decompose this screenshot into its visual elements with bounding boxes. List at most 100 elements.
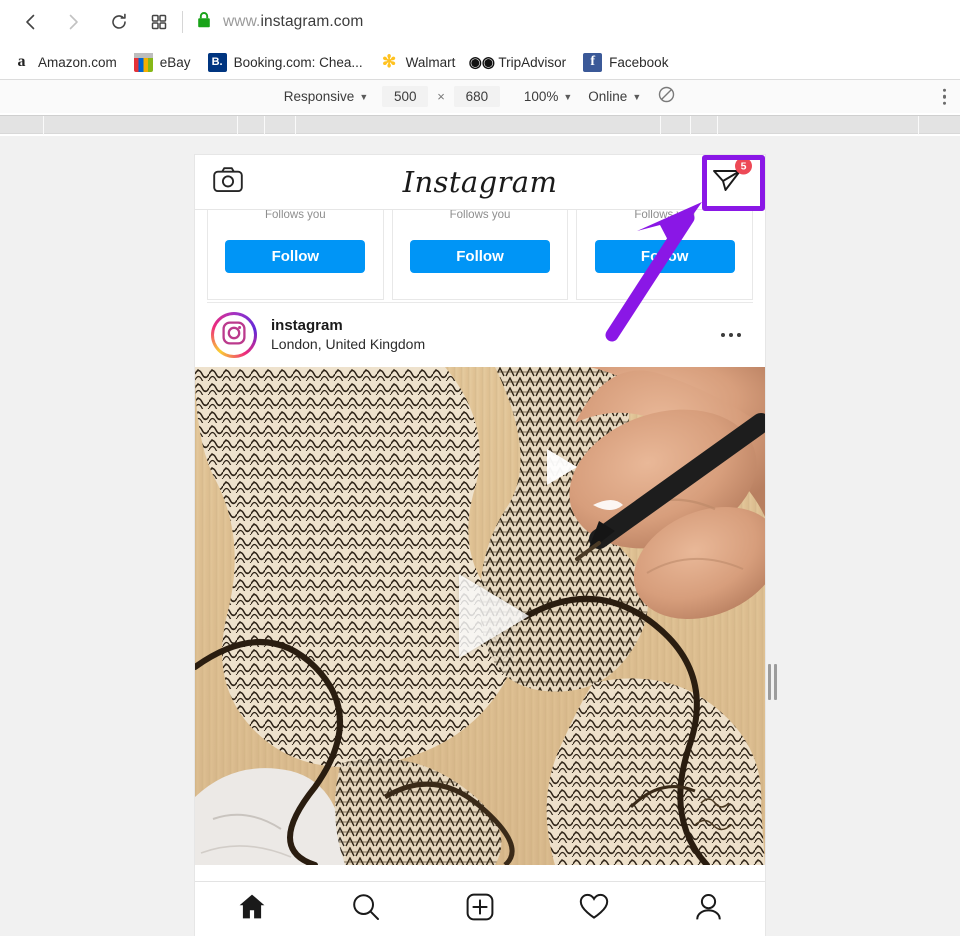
bookmark-label: Booking.com: Chea... xyxy=(233,54,363,70)
ruler-tick xyxy=(690,116,691,135)
emulated-page-area: Instagram 5 Follows you Follow Follows y… xyxy=(0,136,960,936)
post-header: instagram London, United Kingdom xyxy=(195,303,765,367)
ruler-tick xyxy=(295,116,296,135)
nav-home[interactable] xyxy=(225,886,279,932)
follow-button[interactable]: Follow xyxy=(594,240,735,273)
no-throttling-icon xyxy=(657,85,676,109)
viewport-resize-handle[interactable] xyxy=(768,664,777,700)
instagram-avatar-icon xyxy=(221,320,247,351)
nav-search[interactable] xyxy=(339,886,393,932)
viewport-height-input[interactable]: 680 xyxy=(453,86,500,107)
ruler-track xyxy=(0,115,960,135)
home-icon xyxy=(238,893,266,925)
kebab-menu-icon xyxy=(942,88,946,92)
play-triangle-icon[interactable] xyxy=(459,574,529,658)
bookmark-booking[interactable]: B. Booking.com: Chea... xyxy=(207,52,363,72)
apps-button[interactable] xyxy=(142,5,176,39)
device-preset-label: Responsive xyxy=(283,89,355,104)
device-emulation-toolbar: Responsive ▼ 500 × 680 100% ▼ Online ▼ xyxy=(0,80,960,113)
more-options-icon xyxy=(721,333,725,337)
bookmark-tripadvisor[interactable]: ◉◉ TripAdvisor xyxy=(469,52,567,72)
resize-grip-bar xyxy=(774,664,777,700)
bookmark-label: Walmart xyxy=(405,54,456,70)
suggested-user-card[interactable]: Follows you Follow xyxy=(207,210,384,300)
suggested-user-card[interactable]: Follows you Follow xyxy=(391,210,569,300)
instagram-bottom-nav xyxy=(195,881,765,936)
follows-you-label: Follows you xyxy=(634,210,696,221)
amazon-icon: a xyxy=(12,52,31,72)
follow-button[interactable]: Follow xyxy=(410,240,550,273)
forward-button[interactable] xyxy=(56,5,90,39)
nav-profile[interactable] xyxy=(681,886,735,932)
camera-icon xyxy=(213,167,243,197)
ruler-tick xyxy=(717,116,718,135)
nav-add[interactable] xyxy=(453,886,507,932)
dot xyxy=(729,333,733,337)
no-throttling-button[interactable] xyxy=(657,85,676,109)
bookmark-label: TripAdvisor xyxy=(498,54,567,70)
bookmark-walmart[interactable]: ✻ Walmart xyxy=(379,52,456,72)
grid-apps-icon xyxy=(149,12,169,32)
bookmarks-bar: a Amazon.com eBay B. Booking.com: Chea..… xyxy=(0,44,960,80)
reload-button[interactable] xyxy=(102,5,136,39)
facebook-icon: f xyxy=(583,52,603,72)
follows-you-label: Follows you xyxy=(264,210,326,221)
add-post-icon xyxy=(466,893,494,926)
device-preset-select[interactable]: Responsive ▼ xyxy=(284,89,368,104)
browser-chrome: www.instagram.com a Amazon.com eBay B. B… xyxy=(0,0,960,80)
direct-message-button[interactable]: 5 xyxy=(712,157,752,199)
bookmark-ebay[interactable]: eBay xyxy=(133,52,191,72)
reload-icon xyxy=(109,12,129,32)
bookmark-label: eBay xyxy=(159,54,191,70)
forward-arrow-icon xyxy=(63,12,83,32)
instagram-app-header: Instagram 5 xyxy=(195,155,765,210)
device-viewport: Instagram 5 Follows you Follow Follows y… xyxy=(195,155,765,936)
nav-activity[interactable] xyxy=(567,886,621,932)
bookmark-amazon[interactable]: a Amazon.com xyxy=(12,52,117,72)
resize-grip-bar xyxy=(768,664,771,700)
back-button[interactable] xyxy=(14,5,48,39)
toolbar-divider xyxy=(182,11,183,33)
post-media[interactable] xyxy=(195,367,765,865)
bookmark-facebook[interactable]: f Facebook xyxy=(583,52,669,72)
zoom-select[interactable]: 100% ▼ xyxy=(524,89,572,104)
ruler-tick xyxy=(660,116,661,135)
profile-icon xyxy=(695,893,722,926)
viewport-width-input[interactable]: 500 xyxy=(382,86,429,107)
post-location[interactable]: London, United Kingdom xyxy=(271,336,425,354)
chevron-down-icon: ▼ xyxy=(563,91,573,102)
padlock-icon xyxy=(195,10,213,35)
post-username[interactable]: instagram xyxy=(271,316,425,335)
heart-icon xyxy=(579,893,609,925)
screen-root: www.instagram.com a Amazon.com eBay B. B… xyxy=(0,0,960,936)
ebay-icon xyxy=(133,52,153,72)
bookmark-label: Amazon.com xyxy=(38,54,117,70)
post-options-button[interactable] xyxy=(713,325,749,345)
back-arrow-icon xyxy=(21,12,41,32)
chevron-down-icon: ▼ xyxy=(632,91,642,102)
kebab-dot xyxy=(942,94,946,99)
avatar-inner xyxy=(214,315,254,355)
search-icon xyxy=(352,893,380,926)
viewport-ruler[interactable] xyxy=(0,113,960,136)
suggested-user-card[interactable]: Follows you Follow xyxy=(576,210,754,300)
network-throttle-select[interactable]: Online ▼ xyxy=(588,89,641,104)
chevron-down-icon: ▼ xyxy=(359,91,369,102)
url-prefix: www. xyxy=(223,13,261,30)
bookmark-label: Facebook xyxy=(609,54,669,70)
dimension-separator: × xyxy=(437,89,445,104)
site-security-button[interactable] xyxy=(195,10,213,35)
follow-button[interactable]: Follow xyxy=(225,240,366,273)
walmart-icon: ✻ xyxy=(379,52,399,72)
follows-you-label: Follows you xyxy=(449,210,511,221)
post-meta: instagram London, United Kingdom xyxy=(271,316,425,353)
device-toolbar-menu-button[interactable] xyxy=(942,88,946,105)
address-bar[interactable]: www.instagram.com xyxy=(223,13,363,31)
kebab-dot xyxy=(942,101,946,105)
camera-button[interactable] xyxy=(213,167,243,198)
avatar[interactable] xyxy=(211,312,257,358)
ruler-tick xyxy=(237,116,238,135)
suggested-users-strip: Follows you Follow Follows you Follow Fo… xyxy=(195,210,765,302)
ruler-tick xyxy=(264,116,265,135)
ruler-tick xyxy=(43,116,44,135)
